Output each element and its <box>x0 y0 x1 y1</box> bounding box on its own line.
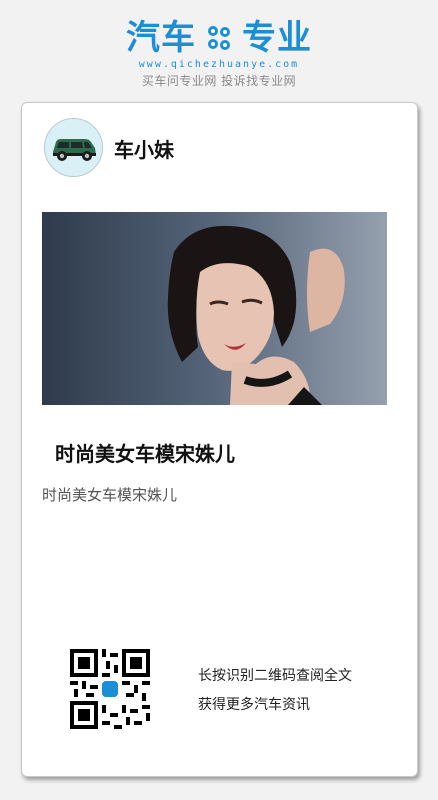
site-url: www.qichezhuanye.com <box>138 59 300 70</box>
article-summary: 时尚美女车模宋姝儿 <box>42 486 178 504</box>
photo-of-woman <box>42 212 387 405</box>
logo-text-right: 专业 <box>242 18 312 58</box>
article-share-card: 车小妹 时尚美女车模宋姝儿 时尚美女车模宋姝儿 长按识别二维码查阅全文 获得更多… <box>21 102 418 777</box>
car-icon <box>45 119 102 176</box>
author-name[interactable]: 车小妹 <box>114 134 174 163</box>
qr-instruction: 长按识别二维码查阅全文 <box>198 668 352 684</box>
gear-icon <box>208 26 230 50</box>
site-logo[interactable]: 汽车 专业 <box>0 18 438 58</box>
article-title[interactable]: 时尚美女车模宋姝儿 <box>55 438 235 467</box>
qr-subtext: 获得更多汽车资讯 <box>198 697 310 713</box>
site-header: 汽车 专业 www.qichezhuanye.com 买车问专业网 投诉找专业网 <box>0 0 438 100</box>
article-image[interactable] <box>42 212 387 405</box>
logo-text-left: 汽车 <box>126 18 196 58</box>
site-slogan: 买车问专业网 投诉找专业网 <box>141 74 297 88</box>
qr-code-icon <box>70 649 150 729</box>
author-avatar[interactable] <box>44 118 103 177</box>
qr-code[interactable] <box>70 649 150 729</box>
